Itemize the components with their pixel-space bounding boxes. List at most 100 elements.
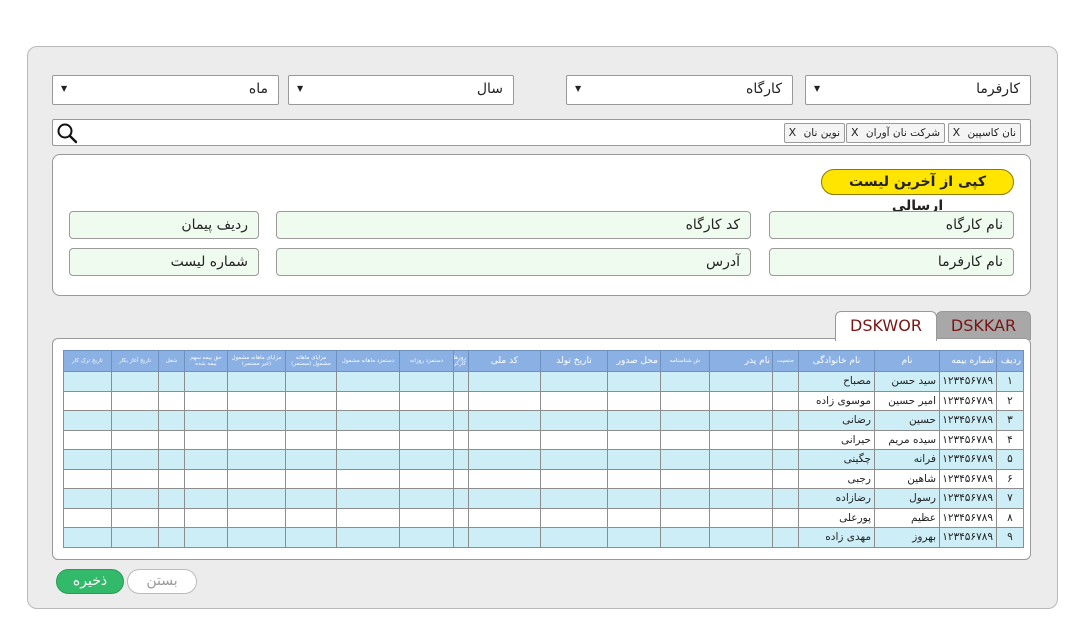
empty-cell[interactable]	[453, 410, 469, 431]
empty-cell[interactable]	[607, 527, 661, 548]
empty-cell[interactable]	[227, 429, 286, 450]
list-number-field[interactable]: شماره لیست	[69, 248, 259, 276]
empty-cell[interactable]	[63, 488, 112, 509]
empty-cell[interactable]	[399, 507, 454, 528]
empty-cell[interactable]	[336, 507, 400, 528]
empty-cell[interactable]	[111, 488, 159, 509]
empty-cell[interactable]	[184, 371, 228, 392]
empty-cell[interactable]	[468, 390, 541, 411]
empty-cell[interactable]	[227, 371, 286, 392]
last-name-cell[interactable]: چگینی	[798, 449, 875, 470]
empty-cell[interactable]	[158, 449, 185, 470]
empty-cell[interactable]	[158, 488, 185, 509]
empty-cell[interactable]	[399, 488, 454, 509]
insurance-number-cell[interactable]: ۱۲۳۴۵۶۷۸۹	[939, 390, 997, 411]
empty-cell[interactable]	[227, 527, 286, 548]
empty-cell[interactable]	[709, 390, 773, 411]
empty-cell[interactable]	[453, 371, 469, 392]
table-row[interactable]: ۱ ۱۲۳۴۵۶۷۸۹ سید حسن مصباح	[63, 371, 1024, 392]
empty-cell[interactable]	[540, 371, 608, 392]
empty-cell[interactable]	[540, 527, 608, 548]
empty-cell[interactable]	[453, 488, 469, 509]
empty-cell[interactable]	[399, 390, 454, 411]
empty-cell[interactable]	[111, 429, 159, 450]
empty-cell[interactable]	[772, 449, 799, 470]
insurance-number-cell[interactable]: ۱۲۳۴۵۶۷۸۹	[939, 527, 997, 548]
empty-cell[interactable]	[607, 449, 661, 470]
first-name-cell[interactable]: سیده مریم	[874, 429, 940, 450]
last-name-cell[interactable]: موسوی زاده	[798, 390, 875, 411]
table-row[interactable]: ۲ ۱۲۳۴۵۶۷۸۹ امیر حسین موسوی زاده	[63, 390, 1024, 411]
copy-last-list-button[interactable]: کپی از آخرین لیست ارسالی	[821, 169, 1014, 214]
empty-cell[interactable]	[772, 527, 799, 548]
empty-cell[interactable]	[285, 371, 337, 392]
search-icon[interactable]	[56, 122, 78, 144]
contract-row-field[interactable]: ردیف پیمان	[69, 211, 259, 239]
empty-cell[interactable]	[227, 390, 286, 411]
first-name-cell[interactable]: فرانه	[874, 449, 940, 470]
employer-name-field[interactable]: نام کارفرما	[769, 248, 1014, 276]
row-number-cell[interactable]: ۶	[996, 468, 1024, 489]
empty-cell[interactable]	[540, 390, 608, 411]
first-name-cell[interactable]: رسول	[874, 488, 940, 509]
first-name-cell[interactable]: شاهین	[874, 468, 940, 489]
empty-cell[interactable]	[540, 507, 608, 528]
tab-dskwor[interactable]: DSKWOR	[835, 311, 937, 341]
empty-cell[interactable]	[285, 410, 337, 431]
empty-cell[interactable]	[660, 371, 710, 392]
empty-cell[interactable]	[158, 468, 185, 489]
empty-cell[interactable]	[453, 507, 469, 528]
close-button[interactable]: بستن	[127, 569, 197, 594]
empty-cell[interactable]	[607, 371, 661, 392]
table-row[interactable]: ۳ ۱۲۳۴۵۶۷۸۹ حسین رضانی	[63, 410, 1024, 431]
empty-cell[interactable]	[453, 390, 469, 411]
insurance-number-cell[interactable]: ۱۲۳۴۵۶۷۸۹	[939, 449, 997, 470]
empty-cell[interactable]	[540, 429, 608, 450]
insurance-number-cell[interactable]: ۱۲۳۴۵۶۷۸۹	[939, 468, 997, 489]
first-name-cell[interactable]: بهروز	[874, 527, 940, 548]
empty-cell[interactable]	[184, 449, 228, 470]
search-input[interactable]: نان کاسپین X شرکت نان آوران X نوین نان X	[52, 119, 1031, 146]
empty-cell[interactable]	[336, 371, 400, 392]
empty-cell[interactable]	[540, 488, 608, 509]
empty-cell[interactable]	[111, 410, 159, 431]
empty-cell[interactable]	[158, 410, 185, 431]
empty-cell[interactable]	[709, 507, 773, 528]
insurance-number-cell[interactable]: ۱۲۳۴۵۶۷۸۹	[939, 371, 997, 392]
row-number-cell[interactable]: ۵	[996, 449, 1024, 470]
empty-cell[interactable]	[158, 371, 185, 392]
address-field[interactable]: آدرس	[276, 248, 751, 276]
empty-cell[interactable]	[660, 507, 710, 528]
empty-cell[interactable]	[285, 527, 337, 548]
empty-cell[interactable]	[540, 449, 608, 470]
empty-cell[interactable]	[336, 390, 400, 411]
empty-cell[interactable]	[607, 410, 661, 431]
empty-cell[interactable]	[772, 507, 799, 528]
close-icon[interactable]: X	[851, 126, 859, 139]
empty-cell[interactable]	[772, 371, 799, 392]
empty-cell[interactable]	[63, 507, 112, 528]
insurance-number-cell[interactable]: ۱۲۳۴۵۶۷۸۹	[939, 429, 997, 450]
last-name-cell[interactable]: مهدی زاده	[798, 527, 875, 548]
year-select[interactable]: ▼ سال	[288, 75, 514, 105]
last-name-cell[interactable]: حیرانی	[798, 429, 875, 450]
empty-cell[interactable]	[184, 410, 228, 431]
empty-cell[interactable]	[772, 429, 799, 450]
table-row[interactable]: ۸ ۱۲۳۴۵۶۷۸۹ عظیم پورعلی	[63, 507, 1024, 528]
table-row[interactable]: ۵ ۱۲۳۴۵۶۷۸۹ فرانه چگینی	[63, 449, 1024, 470]
empty-cell[interactable]	[158, 507, 185, 528]
empty-cell[interactable]	[540, 410, 608, 431]
empty-cell[interactable]	[285, 488, 337, 509]
empty-cell[interactable]	[660, 488, 710, 509]
empty-cell[interactable]	[660, 527, 710, 548]
close-icon[interactable]: X	[953, 126, 961, 139]
empty-cell[interactable]	[399, 449, 454, 470]
empty-cell[interactable]	[772, 468, 799, 489]
empty-cell[interactable]	[184, 507, 228, 528]
empty-cell[interactable]	[607, 468, 661, 489]
empty-cell[interactable]	[709, 429, 773, 450]
last-name-cell[interactable]: پورعلی	[798, 507, 875, 528]
empty-cell[interactable]	[158, 390, 185, 411]
empty-cell[interactable]	[660, 429, 710, 450]
month-select[interactable]: ▼ ماه	[52, 75, 279, 105]
